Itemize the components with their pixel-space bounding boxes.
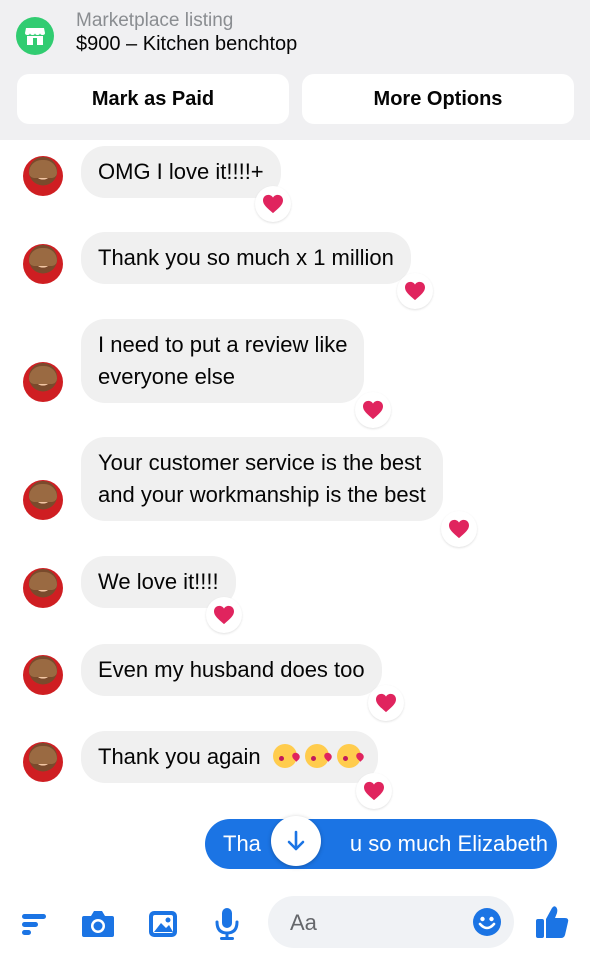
heart-reaction-icon[interactable] (206, 597, 242, 633)
avatar[interactable] (23, 244, 63, 284)
message-bubble[interactable]: Your customer service is the best and yo… (81, 437, 443, 521)
heart-reaction-icon[interactable] (397, 273, 433, 309)
camera-icon[interactable] (78, 904, 118, 944)
outgoing-text-left: Tha (223, 831, 261, 856)
marketplace-icon[interactable] (16, 17, 54, 55)
message-line: Your customer service is the best (98, 450, 422, 475)
microphone-icon[interactable] (207, 904, 247, 944)
avatar[interactable] (23, 655, 63, 695)
message-line: everyone else (98, 364, 235, 389)
message-bubble[interactable]: Thank you so much x 1 million (81, 232, 411, 284)
thumbs-up-icon[interactable] (532, 902, 572, 942)
message-line: and your workmanship is the best (98, 482, 426, 507)
heart-reaction-icon[interactable] (368, 685, 404, 721)
gallery-icon[interactable] (143, 904, 183, 944)
message-bubble[interactable]: Even my husband does too (81, 644, 382, 696)
kissing-heart-emoji-icon (304, 744, 329, 768)
avatar[interactable] (23, 362, 63, 402)
avatar[interactable] (23, 480, 63, 520)
emoji-icon[interactable] (472, 907, 502, 937)
message-bubble[interactable]: Thank you again (81, 731, 379, 783)
message-bubble[interactable]: OMG I love it!!!!+ (81, 146, 281, 198)
menu-icon[interactable] (14, 904, 54, 944)
message-bubble[interactable]: I need to put a review like everyone els… (81, 319, 365, 403)
arrow-down-icon (287, 830, 305, 851)
heart-reaction-icon[interactable] (356, 773, 392, 809)
heart-reaction-icon[interactable] (355, 392, 391, 428)
message-input-placeholder: Aa (290, 910, 317, 935)
listing-header: Marketplace listing $900 – Kitchen bench… (0, 0, 590, 140)
message-input[interactable]: Aa (268, 896, 514, 948)
listing-title[interactable]: $900 – Kitchen benchtop (76, 33, 297, 56)
message-line: I need to put a review like (98, 332, 348, 357)
avatar[interactable] (23, 156, 63, 196)
listing-label: Marketplace listing (76, 10, 234, 31)
mark-as-paid-button[interactable]: Mark as Paid (17, 74, 289, 124)
avatar[interactable] (23, 568, 63, 608)
outgoing-message-bubble[interactable]: Tha u so much Elizabeth (205, 819, 557, 869)
message-text: Thank you again (98, 744, 261, 769)
heart-reaction-icon[interactable] (441, 511, 477, 547)
outgoing-text-right: u so much Elizabeth (349, 831, 549, 856)
scroll-to-bottom-button[interactable] (271, 816, 321, 866)
kissing-heart-emoji-icon (272, 744, 297, 768)
heart-reaction-icon[interactable] (255, 186, 291, 222)
avatar[interactable] (23, 742, 63, 782)
more-options-button[interactable]: More Options (302, 74, 574, 124)
kissing-heart-emoji-icon (337, 744, 362, 768)
message-composer: Aa (0, 890, 590, 960)
